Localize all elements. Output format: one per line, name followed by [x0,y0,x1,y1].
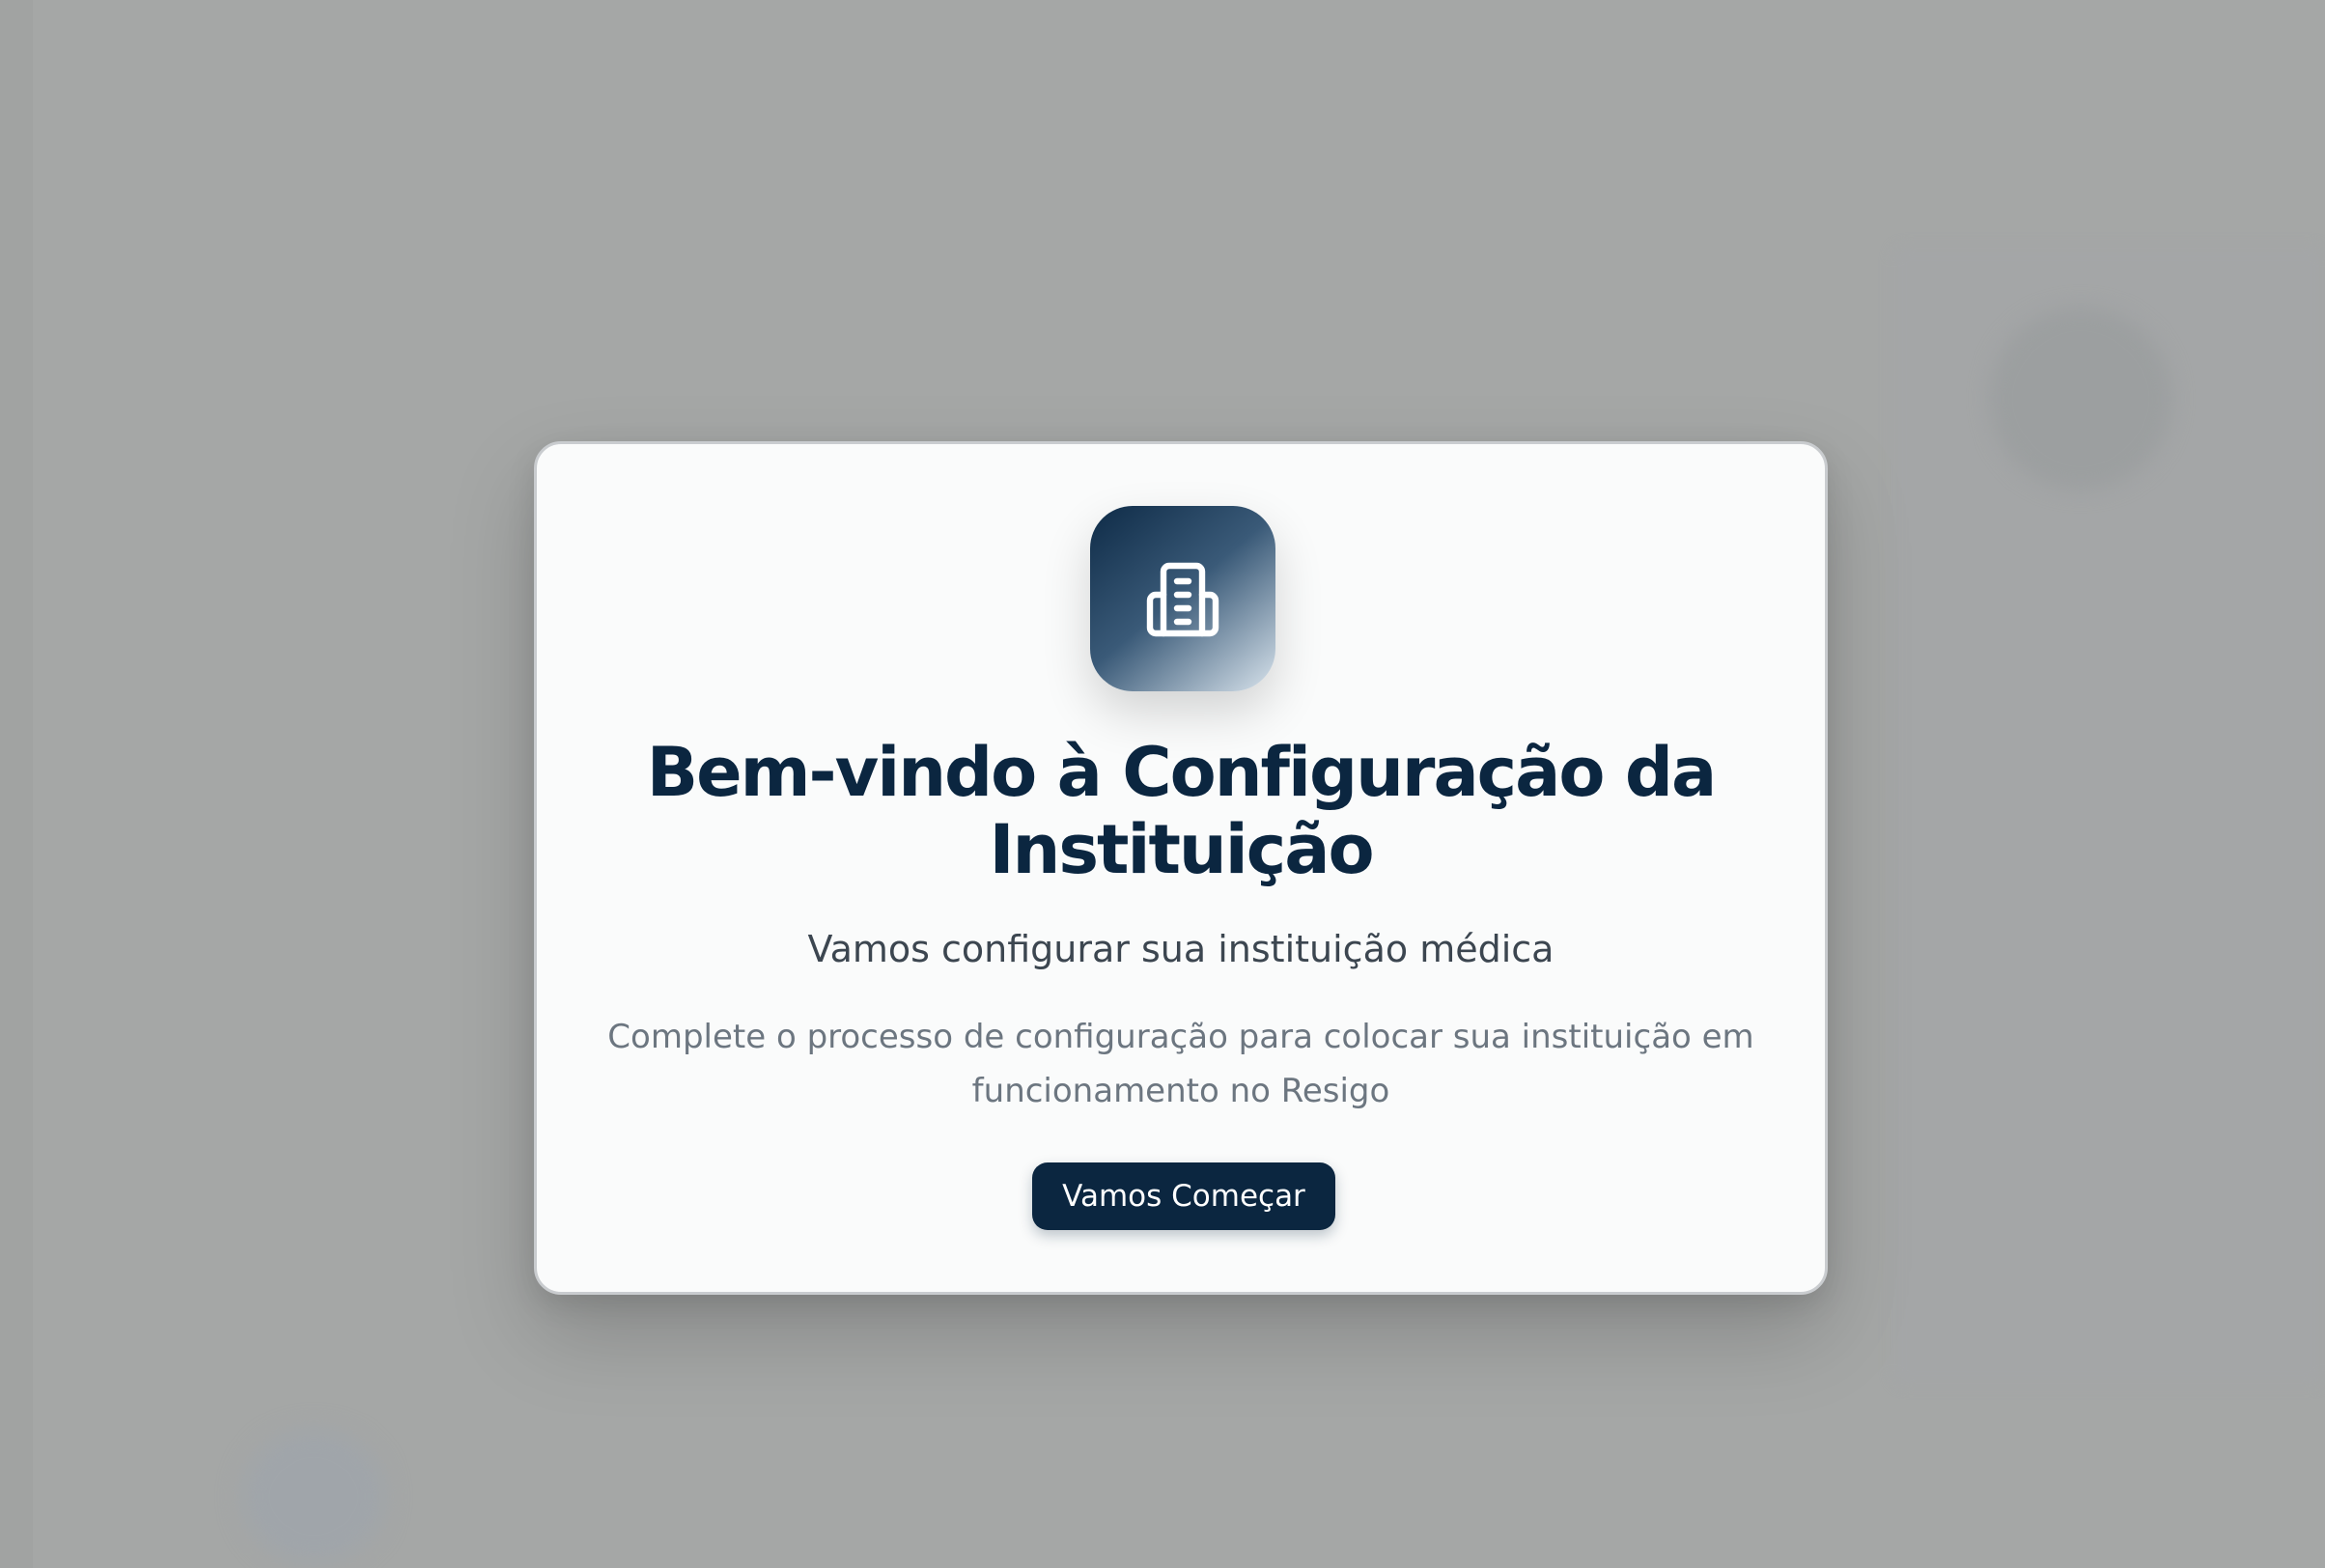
building-icon [1146,562,1219,637]
building-icon-tile [1090,506,1275,691]
modal-title: Bem-vindo à Configuração da Instituição [646,733,1717,889]
welcome-modal: Bem-vindo à Configuração da Instituição … [534,441,1828,1295]
modal-subtitle: Vamos configurar sua instituição médica [807,928,1555,970]
modal-description: Complete o processo de configuração para… [607,1018,1754,1110]
background-sidebar [0,0,33,1568]
background-floating-button [241,1429,386,1564]
background-avatar [1989,307,2172,490]
get-started-button[interactable]: Vamos Começar [1032,1162,1335,1230]
